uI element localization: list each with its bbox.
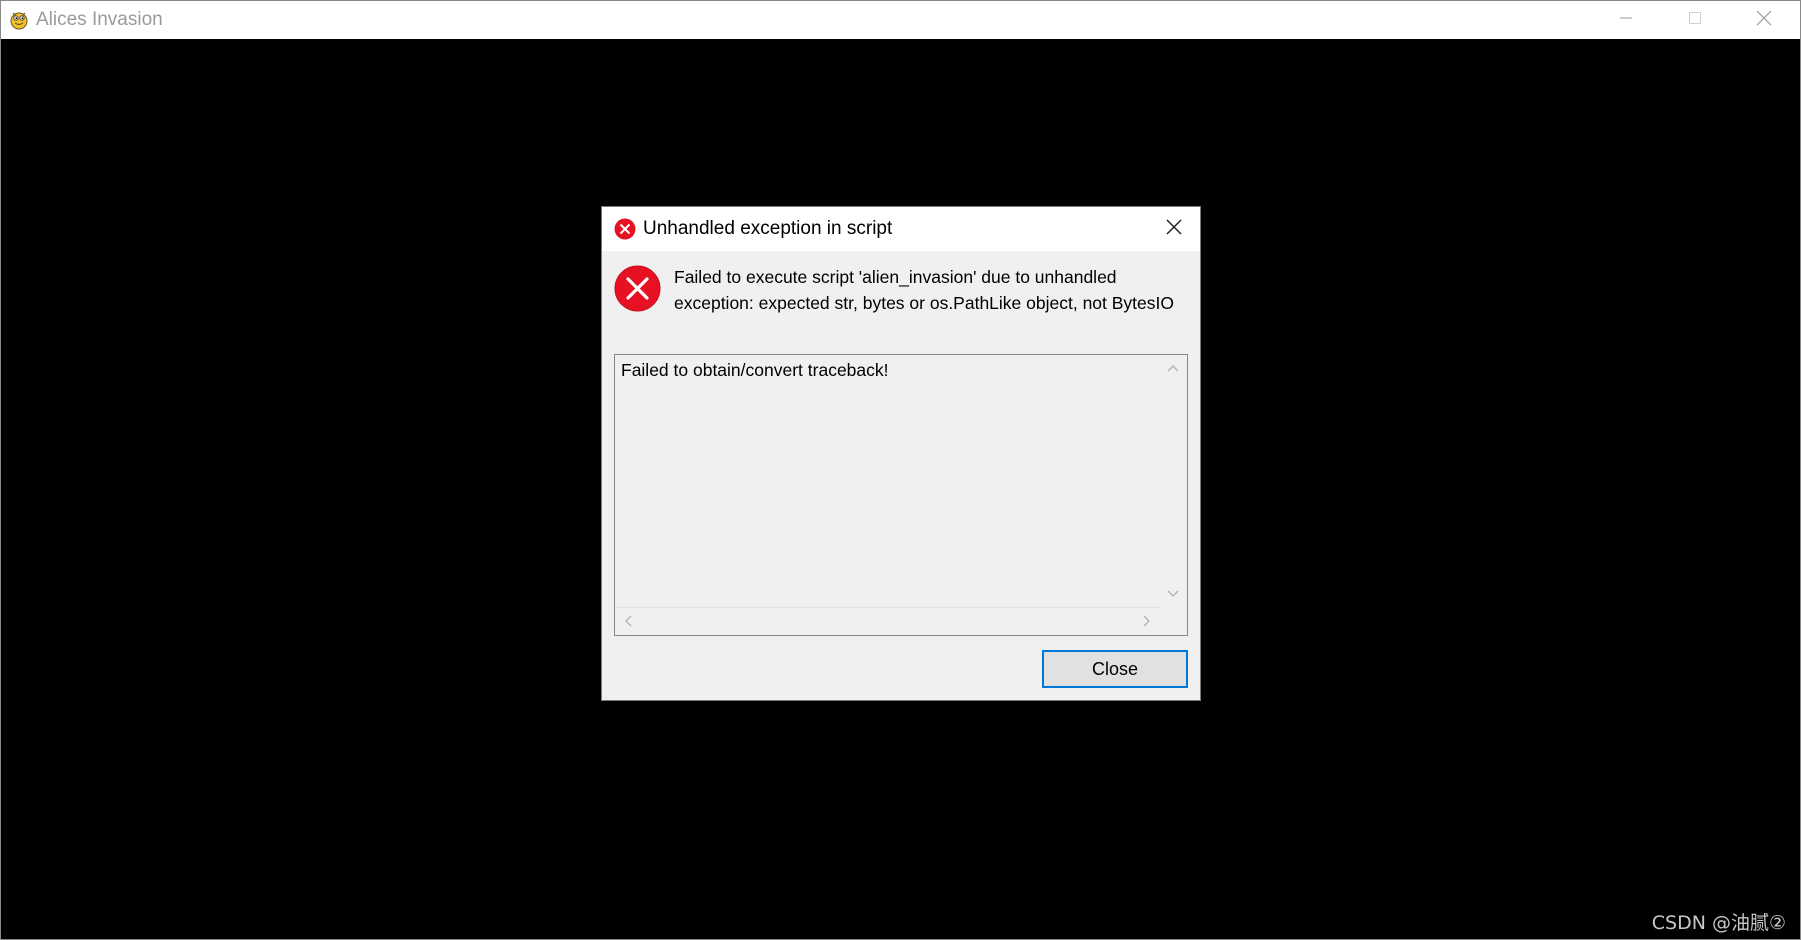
error-message: Failed to execute script 'alien_invasion… xyxy=(674,267,1174,313)
exception-dialog: Unhandled exception in script Failed to … xyxy=(601,206,1201,701)
window-title: Alices Invasion xyxy=(36,9,163,30)
close-icon xyxy=(1756,10,1772,31)
scroll-right-arrow-icon[interactable] xyxy=(1139,613,1155,629)
dialog-close-button[interactable] xyxy=(1154,210,1194,248)
close-button[interactable]: Close xyxy=(1042,650,1188,688)
dialog-title: Unhandled exception in script xyxy=(643,218,893,239)
horizontal-scrollbar[interactable] xyxy=(615,607,1160,635)
maximize-icon xyxy=(1688,11,1702,30)
watermark: CSDN @油腻② xyxy=(1651,912,1786,934)
minimize-icon xyxy=(1619,11,1633,30)
error-icon-large xyxy=(614,265,661,312)
vertical-scrollbar[interactable] xyxy=(1159,355,1187,608)
dialog-titlebar[interactable]: Unhandled exception in script xyxy=(602,207,1200,251)
scroll-corner xyxy=(1160,608,1187,635)
scroll-left-arrow-icon[interactable] xyxy=(620,613,636,629)
python-snake-icon xyxy=(8,8,30,30)
window-titlebar[interactable]: Alices Invasion xyxy=(1,1,1800,39)
scroll-down-arrow-icon[interactable] xyxy=(1165,586,1181,602)
traceback-text: Failed to obtain/convert traceback! xyxy=(621,360,889,380)
error-icon xyxy=(614,218,636,240)
app-window: Alices Invasion Unhandled exception in s… xyxy=(0,0,1801,940)
maximize-button[interactable] xyxy=(1661,1,1729,39)
close-icon xyxy=(1165,218,1183,241)
window-close-button[interactable] xyxy=(1730,1,1798,39)
minimize-button[interactable] xyxy=(1592,1,1660,39)
traceback-textarea[interactable]: Failed to obtain/convert traceback! xyxy=(614,354,1188,636)
scroll-up-arrow-icon[interactable] xyxy=(1165,360,1181,376)
